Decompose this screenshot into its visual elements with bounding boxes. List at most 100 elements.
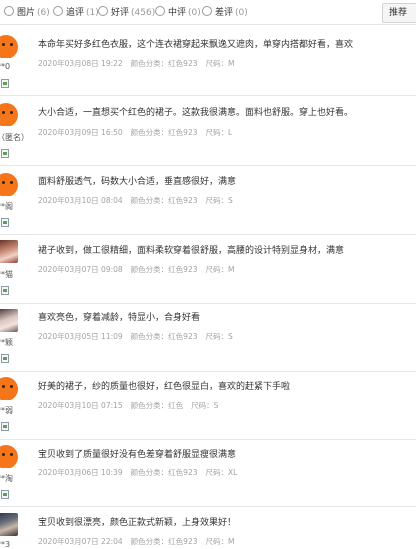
avatar <box>0 377 19 400</box>
filter-count: (1) <box>86 8 99 18</box>
review-size: 尺码：M <box>205 265 235 274</box>
review-color: 颜色分类：红色923 <box>130 468 198 477</box>
filter-count: (6) <box>37 8 50 18</box>
username: **0 <box>0 62 11 71</box>
review-meta: 2020年03月09日 16:50 颜色分类：红色923 尺码：L <box>38 127 232 138</box>
review-item: （匿名） 大小合适，一直想买个红色的裙子。这款我很满意。面料也舒服。穿上也好看。… <box>0 96 416 166</box>
avatar <box>0 35 19 58</box>
avatar <box>0 513 19 536</box>
sort-dropdown[interactable]: 推荐 <box>382 3 416 23</box>
user-photo <box>0 240 18 263</box>
review-date: 2020年03月06日 10:39 <box>38 468 123 477</box>
review-color: 颜色分类：红色923 <box>130 537 198 546</box>
review-filter-bar: 图片 (6) 追评 (1) 好评 (456) 中评 (0) 差评 (0) 推荐 <box>0 0 416 25</box>
review-text: 裙子收到，做工很精细，面料柔软穿着很舒服，高腰的设计特别显身材，满意 <box>38 246 345 256</box>
avatar <box>0 103 19 126</box>
filter-count: (0) <box>188 8 201 18</box>
review-color: 颜色分类：红色 <box>130 401 184 410</box>
avatar <box>0 445 19 468</box>
review-item: **淘 宝贝收到了质量很好没有色差穿着舒服显瘦很满意 2020年03月06日 1… <box>0 440 416 507</box>
broken-image-icon <box>1 218 9 227</box>
avatar <box>0 309 19 332</box>
buyer-face-icon <box>0 103 18 126</box>
review-item: **颖 喜欢亮色，穿着减龄，特显小，合身好看 2020年03月05日 11:09… <box>0 304 416 372</box>
radio-icon[interactable] <box>202 6 212 16</box>
review-text: 喜欢亮色，穿着减龄，特显小，合身好看 <box>38 313 201 323</box>
review-text: 宝贝收到了质量很好没有色差穿着舒服显瘦很满意 <box>38 450 237 460</box>
username: **弱 <box>0 406 13 415</box>
review-item: **猫 裙子收到，做工很精细，面料柔软穿着很舒服，高腰的设计特别显身材，满意 2… <box>0 235 416 304</box>
review-item: **弱 好美的裙子，纱的质量也很好，红色很显白，喜欢的赶紧下手啦 2020年03… <box>0 372 416 440</box>
filter-label: 好评 <box>111 8 130 18</box>
broken-image-icon <box>1 490 9 499</box>
buyer-face-icon <box>0 445 18 468</box>
review-meta: 2020年03月10日 07:15 颜色分类：红色 尺码：S <box>38 400 218 411</box>
review-text: 面料舒服透气，码数大小合适，垂直感很好，满意 <box>38 177 237 187</box>
filter-count: (0) <box>235 8 248 18</box>
review-color: 颜色分类：红色923 <box>130 265 198 274</box>
broken-image-icon <box>1 354 9 363</box>
review-meta: 2020年03月07日 22:04 颜色分类：红色923 尺码：M <box>38 536 234 547</box>
username: **猫 <box>0 270 13 279</box>
filter-follow-up[interactable]: 追评 (1) <box>53 6 99 20</box>
avatar <box>0 173 19 196</box>
review-size: 尺码：L <box>205 128 233 137</box>
username: （匿名） <box>0 133 29 142</box>
review-text: 大小合适，一直想买个红色的裙子。这款我很满意。面料也舒服。穿上也好看。 <box>38 108 354 118</box>
filter-negative[interactable]: 差评 (0) <box>202 6 248 20</box>
review-date: 2020年03月10日 07:15 <box>38 401 123 410</box>
broken-image-icon <box>1 422 9 431</box>
review-text: 好美的裙子，纱的质量也很好，红色很显白，喜欢的赶紧下手啦 <box>38 382 291 392</box>
review-date: 2020年03月08日 19:22 <box>38 59 123 68</box>
review-date: 2020年03月07日 09:08 <box>38 265 123 274</box>
buyer-face-icon <box>0 173 18 196</box>
review-item: **阁 面料舒服透气，码数大小合适，垂直感很好，满意 2020年03月10日 0… <box>0 166 416 235</box>
radio-icon[interactable] <box>155 6 165 16</box>
filter-label: 图片 <box>17 8 36 18</box>
review-meta: 2020年03月08日 19:22 颜色分类：红色923 尺码：M <box>38 58 234 69</box>
review-size: 尺码：XL <box>205 468 238 477</box>
review-color: 颜色分类：红色923 <box>130 128 198 137</box>
review-color: 颜色分类：红色923 <box>130 332 198 341</box>
review-text: 本命年买好多红色衣服，这个连衣裙穿起来飘逸又遮肉，单穿内搭都好看，喜欢 <box>38 40 354 50</box>
filter-label: 追评 <box>66 8 85 18</box>
radio-icon[interactable] <box>98 6 108 16</box>
filter-label: 差评 <box>215 8 234 18</box>
radio-icon[interactable] <box>4 6 14 16</box>
filter-neutral[interactable]: 中评 (0) <box>155 6 201 20</box>
broken-image-icon <box>1 286 9 295</box>
review-color: 颜色分类：红色923 <box>130 59 198 68</box>
broken-image-icon <box>1 149 9 158</box>
review-size: 尺码：M <box>205 59 235 68</box>
filter-positive[interactable]: 好评 (456) <box>98 6 155 20</box>
review-date: 2020年03月07日 22:04 <box>38 537 123 546</box>
review-date: 2020年03月10日 08:04 <box>38 196 123 205</box>
review-item: **0 本命年买好多红色衣服，这个连衣裙穿起来飘逸又遮肉，单穿内搭都好看，喜欢 … <box>0 25 416 96</box>
review-meta: 2020年03月06日 10:39 颜色分类：红色923 尺码：XL <box>38 467 237 478</box>
username: **淘 <box>0 474 13 483</box>
review-date: 2020年03月09日 16:50 <box>38 128 123 137</box>
broken-image-icon <box>1 79 9 88</box>
avatar <box>0 240 19 263</box>
username: **阁 <box>0 202 13 211</box>
review-meta: 2020年03月07日 09:08 颜色分类：红色923 尺码：M <box>38 264 234 275</box>
review-size: 尺码：M <box>205 537 235 546</box>
filter-count: (456) <box>131 8 156 18</box>
username: **颖 <box>0 338 13 347</box>
review-size: 尺码：S <box>191 401 219 410</box>
filter-label: 中评 <box>168 8 187 18</box>
review-size: 尺码：S <box>205 332 233 341</box>
filter-image[interactable]: 图片 (6) <box>4 6 50 20</box>
review-meta: 2020年03月05日 11:09 颜色分类：红色923 尺码：S <box>38 331 233 342</box>
user-photo <box>0 513 18 536</box>
review-meta: 2020年03月10日 08:04 颜色分类：红色923 尺码：S <box>38 195 233 206</box>
review-item: **3 宝贝收到很漂亮，颜色正款式新颖，上身效果好！ 2020年03月07日 2… <box>0 507 416 549</box>
user-photo <box>0 309 18 332</box>
review-text: 宝贝收到很漂亮，颜色正款式新颖，上身效果好！ <box>38 518 237 528</box>
review-color: 颜色分类：红色923 <box>130 196 198 205</box>
review-size: 尺码：S <box>205 196 233 205</box>
buyer-face-icon <box>0 377 18 400</box>
buyer-face-icon <box>0 35 18 58</box>
radio-icon[interactable] <box>53 6 63 16</box>
username: **3 <box>0 540 11 549</box>
